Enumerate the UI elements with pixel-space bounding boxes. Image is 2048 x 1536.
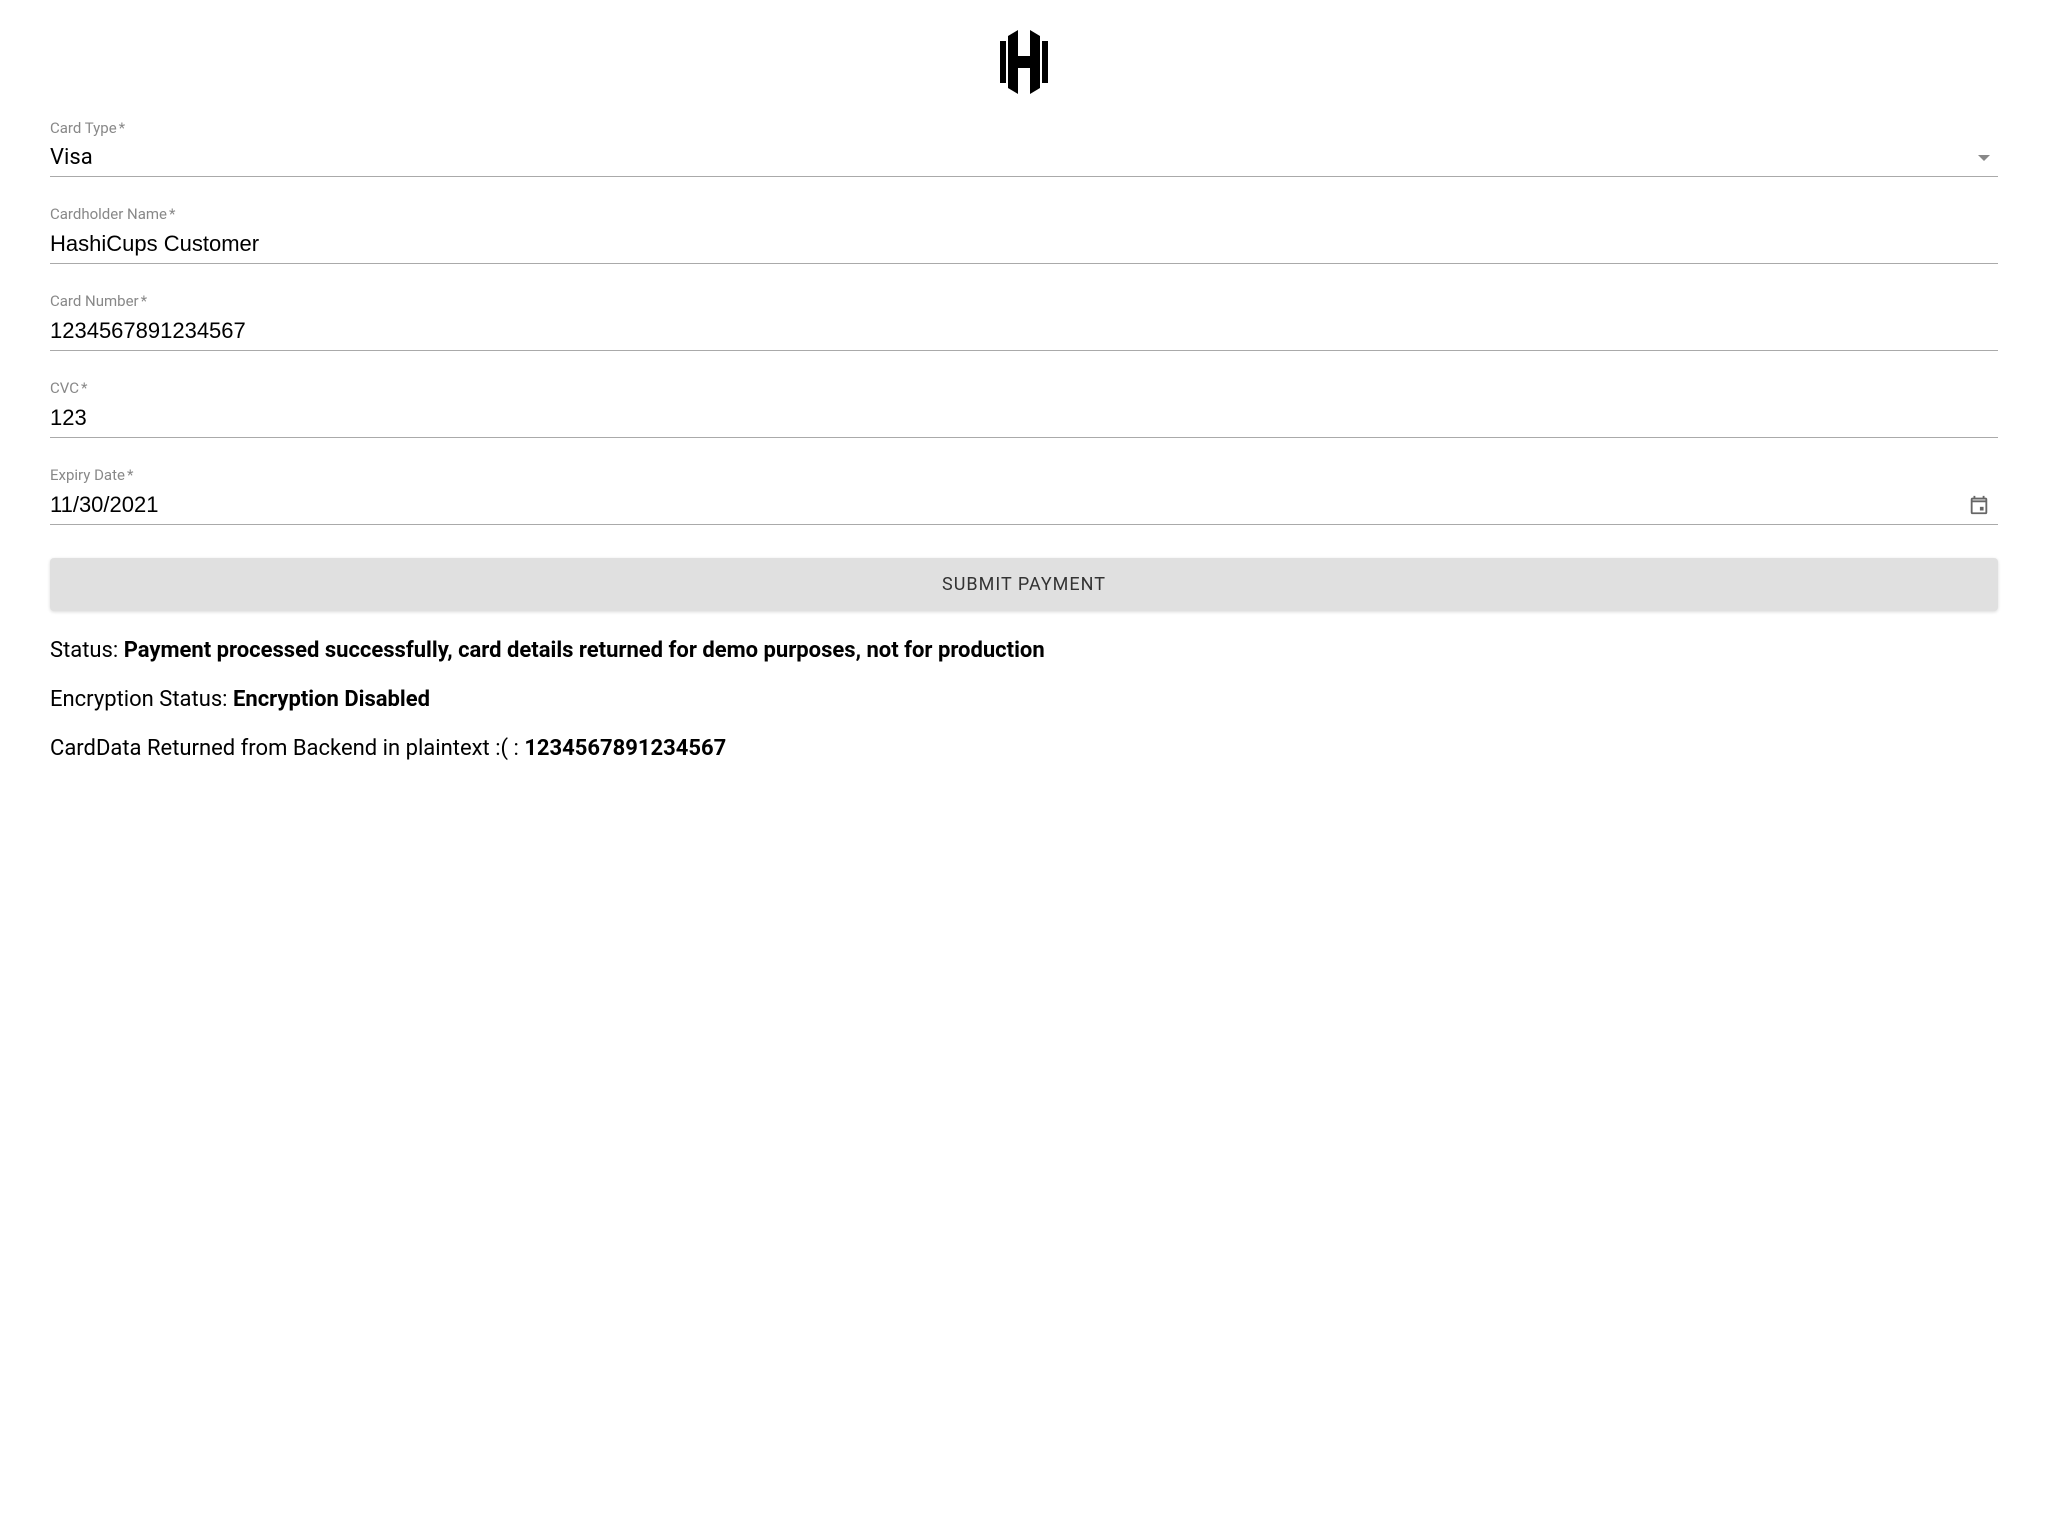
cardholder-name-input[interactable] (50, 229, 1998, 259)
carddata-line: CardData Returned from Backend in plaint… (50, 734, 1998, 765)
card-number-input[interactable] (50, 316, 1998, 346)
carddata-prefix: CardData Returned from Backend in plaint… (50, 736, 524, 761)
card-type-value: Visa (50, 143, 1978, 172)
card-type-label: Card Type* (50, 119, 1998, 137)
status-line: Status: Payment processed successfully, … (50, 636, 1998, 667)
expiry-date-field: Expiry Date* (50, 466, 1998, 525)
status-prefix: Status: (50, 638, 124, 663)
card-type-select[interactable]: Visa (50, 143, 1998, 177)
expiry-date-label: Expiry Date* (50, 466, 1998, 484)
encryption-status-line: Encryption Status: Encryption Disabled (50, 685, 1998, 716)
cvc-input[interactable] (50, 403, 1998, 433)
encryption-value: Encryption Disabled (233, 687, 430, 712)
calendar-icon[interactable] (1968, 494, 1990, 516)
chevron-down-icon (1978, 155, 1990, 161)
expiry-date-input[interactable] (50, 490, 1968, 520)
card-type-field: Card Type* Visa (50, 119, 1998, 177)
submit-payment-button[interactable]: SUBMIT PAYMENT (50, 558, 1998, 611)
encryption-prefix: Encryption Status: (50, 687, 233, 712)
card-number-field: Card Number* (50, 292, 1998, 351)
card-number-label: Card Number* (50, 292, 1998, 310)
logo-container (50, 30, 1998, 94)
status-value: Payment processed successfully, card det… (124, 638, 1045, 663)
cvc-field: CVC* (50, 379, 1998, 438)
hashicorp-logo-icon (992, 30, 1056, 94)
carddata-value: 1234567891234567 (524, 736, 726, 761)
cardholder-name-field: Cardholder Name* (50, 205, 1998, 264)
cardholder-name-label: Cardholder Name* (50, 205, 1998, 223)
cvc-label: CVC* (50, 379, 1998, 397)
